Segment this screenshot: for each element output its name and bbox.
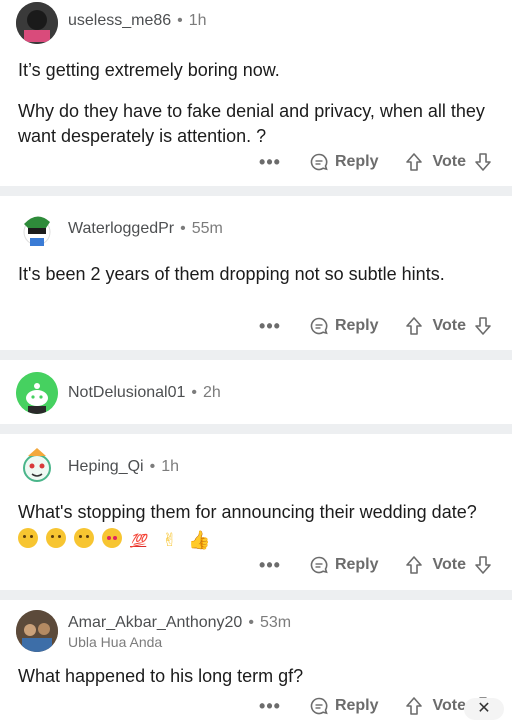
comment-meta: Heping_Qi • 1h — [68, 458, 179, 476]
reply-button[interactable]: Reply — [309, 152, 379, 172]
reply-button[interactable]: Reply — [309, 696, 379, 716]
heart-eyes-emoji — [102, 528, 123, 549]
nerd-emoji — [74, 528, 95, 549]
timestamp: 53m — [259, 614, 292, 631]
reply-icon — [310, 153, 328, 171]
timestamp: 55m — [191, 220, 223, 237]
hundred-emoji: 💯 — [130, 533, 147, 549]
comment: WaterloggedPr • 55m It's been 2 years of t… — [0, 196, 512, 350]
separator-dot: • — [177, 12, 183, 29]
comment-text: What's stopping them for announcing thei… — [18, 502, 477, 522]
comment-actions: ••• Reply Vote — [259, 553, 492, 577]
separator-dot: • — [180, 220, 186, 237]
comment-meta: useless_me86 • 1h — [68, 12, 207, 30]
reply-button[interactable]: Reply — [309, 316, 379, 336]
username[interactable]: NotDelusional01 — [68, 384, 185, 401]
upvote-icon[interactable] — [405, 555, 423, 575]
comment: Heping_Qi • 1h What's stopping them for an… — [0, 434, 512, 594]
more-options-icon[interactable]: ••• — [259, 696, 281, 717]
comment-body: What's stopping them for announcing thei… — [18, 500, 492, 550]
comment-separator — [0, 424, 512, 434]
victory-hand-emoji: ✌ — [162, 530, 178, 551]
comment-meta: NotDelusional01 • 2h — [68, 384, 221, 402]
vote-control: Vote — [405, 316, 492, 336]
username[interactable]: Heping_Qi — [68, 458, 144, 475]
comment-body: It's been 2 years of them dropping not s… — [18, 262, 492, 303]
comment-meta: Amar_Akbar_Anthony20 • 53m — [68, 614, 291, 632]
timestamp: 1h — [188, 12, 207, 29]
downvote-icon[interactable] — [474, 152, 492, 172]
comment: useless_me86 • 1h It’s getting extremely b… — [0, 0, 512, 186]
vote-label: Vote — [432, 697, 466, 714]
comment-collapsed[interactable]: NotDelusional01 • 2h — [0, 360, 512, 424]
upvote-icon[interactable] — [405, 152, 423, 172]
vote-label: Vote — [432, 153, 466, 170]
emoji-row: 💯 ✌ 👍 — [18, 527, 211, 551]
reply-icon — [310, 697, 328, 715]
comment-actions: ••• Reply Vote — [259, 150, 492, 174]
avatar[interactable] — [16, 2, 58, 44]
comment: Amar_Akbar_Anthony20 • 53m Ubla Hua Anda W… — [0, 600, 512, 724]
thinking-emoji — [18, 528, 38, 549]
comment-text: It's been 2 years of them dropping not s… — [18, 264, 445, 284]
separator-dot: • — [191, 384, 198, 401]
comment-text: Why do they have to fake denial and priv… — [18, 101, 485, 146]
more-options-icon[interactable]: ••• — [259, 152, 281, 173]
username[interactable]: useless_me86 — [68, 12, 171, 29]
reply-label: Reply — [334, 697, 379, 714]
comment-text: It’s getting extremely boring now. — [18, 60, 280, 80]
more-options-icon[interactable]: ••• — [259, 316, 281, 337]
reply-icon — [310, 317, 328, 335]
avatar[interactable] — [16, 610, 58, 652]
upvote-icon[interactable] — [405, 696, 423, 716]
smirk-emoji — [46, 528, 67, 549]
comment-separator — [0, 186, 512, 196]
username[interactable]: Amar_Akbar_Anthony20 — [68, 614, 242, 631]
vote-label: Vote — [432, 556, 466, 573]
reply-label: Reply — [334, 556, 379, 573]
comment-actions: ••• Reply Vote — [259, 314, 492, 338]
user-flair: Ubla Hua Anda — [68, 634, 163, 650]
avatar[interactable] — [16, 208, 58, 250]
username[interactable]: WaterloggedPr — [68, 220, 174, 237]
thumbs-up-emoji: 👍 — [188, 530, 211, 551]
reply-label: Reply — [334, 317, 379, 334]
timestamp: 2h — [203, 384, 221, 401]
vote-control: Vote — [405, 555, 492, 575]
upvote-icon[interactable] — [405, 316, 423, 336]
close-icon[interactable]: ✕ — [464, 698, 504, 720]
comment-meta: WaterloggedPr • 55m — [68, 220, 223, 238]
comment-separator — [0, 590, 512, 600]
comment-body: It’s getting extremely boring now. Why d… — [18, 58, 492, 165]
comment-text: What happened to his long term gf? — [18, 666, 304, 686]
vote-label: Vote — [432, 317, 466, 334]
timestamp: 1h — [161, 458, 180, 475]
reply-icon — [310, 556, 328, 574]
reply-label: Reply — [334, 153, 379, 170]
downvote-icon[interactable] — [474, 316, 492, 336]
downvote-icon[interactable] — [474, 555, 492, 575]
reply-button[interactable]: Reply — [309, 555, 379, 575]
comment-actions: ••• Reply Vote — [259, 694, 492, 718]
more-options-icon[interactable]: ••• — [259, 555, 281, 576]
comment-separator — [0, 350, 512, 360]
avatar[interactable] — [16, 372, 58, 414]
avatar[interactable] — [16, 444, 58, 486]
separator-dot: • — [149, 458, 156, 475]
vote-control: Vote — [405, 152, 492, 172]
separator-dot: • — [248, 614, 254, 631]
